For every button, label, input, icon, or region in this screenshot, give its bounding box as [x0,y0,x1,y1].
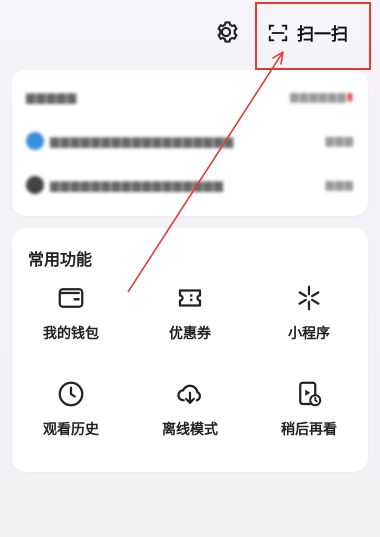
coupon-icon [178,289,202,307]
mini-program-label: 小程序 [288,326,330,342]
scan-highlight-box: 扫一扫 [255,2,371,70]
watch-history-button[interactable]: 观看历史 [12,379,130,439]
list-item[interactable]: ▆▆▆▆▆▆▆▆▆▆▆▆▆▆▆▆▆▆ [26,132,234,150]
offline-mode-button[interactable]: 离线模式 [131,379,249,439]
scan-label: 扫一扫 [297,25,348,45]
cloud-download-icon [177,384,201,404]
scan-icon [268,24,288,41]
mini-program-icon [298,285,320,311]
watch-later-icon [299,381,322,407]
list-item[interactable]: ▆▆▆▆▆▆▆▆▆▆▆▆▆▆▆▆▆ [26,176,224,194]
functions-card: 常用功能 我的钱包 优惠券 小程序 观看历史 离线模式 稍后再看 [12,228,368,472]
avatar [26,176,44,194]
watch-history-label: 观看历史 [43,422,99,438]
watch-later-button[interactable]: 稍后再看 [250,379,368,439]
coupon-button[interactable]: 优惠券 [131,283,249,343]
clock-icon [58,381,84,407]
wallet-button[interactable]: 我的钱包 [12,283,130,343]
recent-header-right: ▆▆▆▆▆▆▮ [290,90,354,103]
section-title: 常用功能 [28,250,93,269]
avatar [26,132,44,150]
watch-later-label: 稍后再看 [281,422,337,438]
mini-program-button[interactable]: 小程序 [250,283,368,343]
offline-mode-label: 离线模式 [162,422,218,438]
top-bar: 扫一扫 [0,0,380,70]
recent-header-row: ▆▆▆▆▆ [26,90,78,104]
wallet-icon [58,288,84,308]
wallet-label: 我的钱包 [43,326,99,342]
coupon-label: 优惠券 [169,326,211,342]
recent-card: ▆▆▆▆▆ ▆▆▆▆▆▆▮ ▆▆▆▆▆▆▆▆▆▆▆▆▆▆▆▆▆▆ ▆▆▆ ▆▆▆… [12,70,368,216]
scan-button[interactable]: 扫一扫 [267,20,348,45]
list-item-time: ▆▆▆ [325,134,354,147]
list-item-time: ▆▆▆ [325,178,354,191]
gear-icon[interactable] [212,18,240,46]
